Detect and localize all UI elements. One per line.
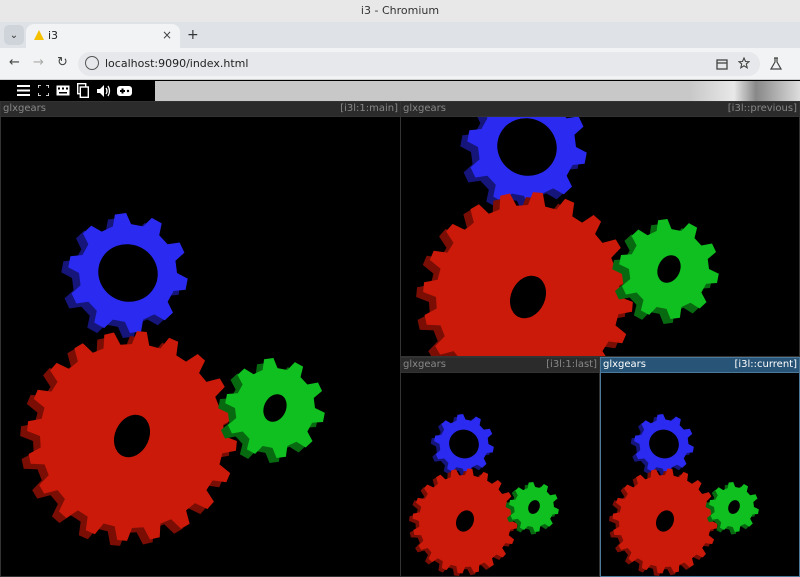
warning-favicon-icon — [34, 30, 44, 40]
i3-window-previous[interactable]: glxgears [i3l::previous] — [400, 101, 800, 357]
red-gear-icon — [609, 468, 718, 576]
install-app-icon[interactable] — [716, 58, 728, 70]
red-gear-icon — [20, 331, 237, 546]
site-info-icon[interactable] — [85, 56, 99, 70]
blue-gear-icon — [460, 117, 587, 212]
blue-gear-icon — [430, 414, 494, 477]
window-name: glxgears — [403, 103, 446, 114]
window-titlebar[interactable]: glxgears [i3l:1:main] — [1, 102, 400, 117]
blue-gear-icon — [630, 414, 694, 477]
new-tab-button[interactable]: + — [187, 27, 199, 43]
volume-icon[interactable] — [97, 85, 111, 97]
window-name: glxgears — [3, 103, 46, 114]
gamepad-icon[interactable] — [117, 86, 132, 96]
forward-button[interactable]: → — [33, 55, 44, 70]
browser-toolbar: ← → ↻ localhost:9090/index.html — [0, 48, 800, 80]
tab-strip: ⌄ i3 × + — [0, 22, 800, 48]
gears-render — [416, 117, 719, 356]
tab-title: i3 — [48, 29, 59, 42]
chevron-down-icon: ⌄ — [9, 29, 19, 41]
back-button[interactable]: ← — [9, 55, 20, 70]
bookmark-star-icon[interactable] — [738, 57, 750, 69]
window-title: i3 - Chromium — [360, 4, 440, 17]
window-mark: [i3l:1:main] — [340, 103, 398, 114]
window-titlebar: i3 - Chromium — [0, 0, 800, 22]
page-content: glxgears [i3l:1:main] glxgears [i3l::pre… — [0, 81, 800, 577]
fullscreen-icon[interactable] — [38, 85, 49, 96]
window-titlebar[interactable]: glxgears [i3l:1:last] — [401, 358, 599, 373]
flask-icon[interactable] — [770, 57, 782, 70]
tab-i3[interactable]: i3 × — [26, 24, 180, 48]
window-titlebar[interactable]: glxgears [i3l::current] — [601, 358, 799, 373]
url-text[interactable]: localhost:9090/index.html — [105, 57, 248, 70]
red-gear-icon — [416, 192, 633, 356]
red-gear-face — [423, 192, 633, 356]
window-mark: [i3l:1:last] — [546, 359, 597, 370]
wallpaper-fragment — [690, 81, 800, 101]
tab-search-button[interactable]: ⌄ — [4, 25, 24, 45]
window-titlebar[interactable]: glxgears [i3l::previous] — [401, 102, 799, 117]
novnc-toolbar — [0, 81, 155, 101]
clipboard-icon[interactable] — [77, 83, 89, 98]
reload-button[interactable]: ↻ — [57, 55, 68, 70]
menu-icon[interactable] — [17, 85, 30, 96]
keyboard-icon[interactable] — [56, 85, 70, 96]
gears-render — [609, 414, 759, 576]
window-name: glxgears — [603, 359, 646, 370]
address-bar[interactable]: localhost:9090/index.html — [78, 52, 760, 76]
window-mark: [i3l::previous] — [727, 103, 797, 114]
gears-render — [20, 213, 325, 546]
close-icon[interactable]: × — [162, 28, 172, 42]
gears-render — [409, 414, 559, 576]
window-name: glxgears — [403, 359, 446, 370]
red-gear-icon — [409, 468, 518, 576]
blue-gear-icon — [61, 213, 188, 338]
window-mark: [i3l::current] — [734, 359, 797, 370]
i3-window-current[interactable]: glxgears [i3l::current] — [600, 357, 800, 577]
i3-window-last[interactable]: glxgears [i3l:1:last] — [400, 357, 600, 577]
i3-window-main[interactable]: glxgears [i3l:1:main] — [0, 101, 401, 577]
